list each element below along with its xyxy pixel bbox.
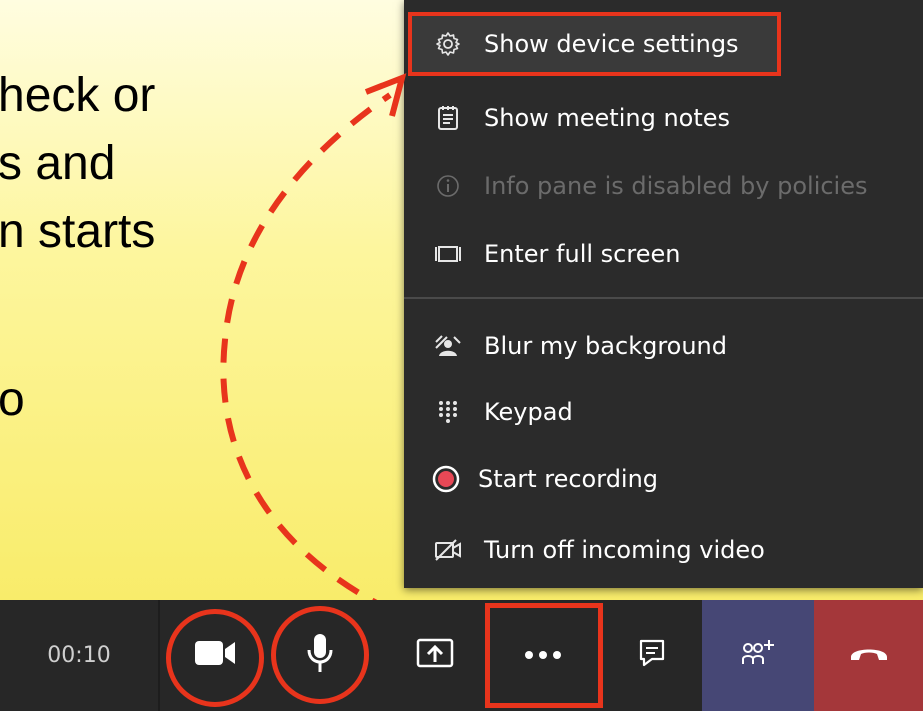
chat-button[interactable]	[602, 600, 702, 711]
hang-up-button[interactable]	[814, 600, 923, 711]
share-screen-button[interactable]	[385, 600, 485, 711]
participants-button[interactable]	[702, 600, 814, 711]
hang-up-icon	[849, 643, 889, 668]
meeting-toolbar: 00:10	[0, 600, 923, 711]
participants-icon	[740, 638, 776, 673]
highlight-circle-microphone	[271, 606, 369, 704]
highlight-circle-camera	[166, 609, 264, 707]
share-screen-icon	[415, 636, 455, 675]
chat-icon	[638, 638, 666, 673]
call-timer-text: 00:10	[47, 643, 111, 668]
call-timer: 00:10	[0, 600, 158, 711]
highlight-box-more-options	[485, 603, 603, 708]
